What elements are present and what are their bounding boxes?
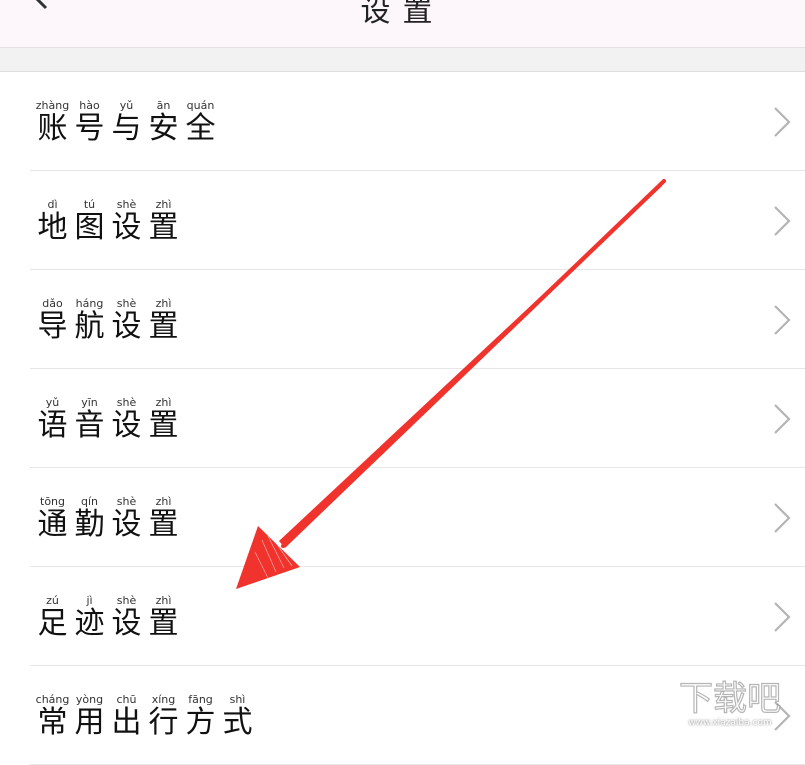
hanzi: 通 — [37, 507, 68, 542]
hanzi: 置 — [148, 606, 179, 641]
hanzi: 常 — [37, 705, 68, 740]
settings-row-label: yǔ 语 yīn 音 shè 设 zhì 置 — [34, 397, 182, 443]
chevron-right-icon — [774, 404, 791, 434]
hanzi: 置 — [148, 210, 179, 245]
hanzi: 地 — [37, 210, 68, 245]
page-title: 设置 — [360, 0, 445, 29]
ruby-char: quán 全 — [182, 100, 219, 146]
chevron-right-icon — [774, 602, 791, 632]
ruby-char: yòng 用 — [71, 694, 108, 740]
ruby-char: shè 设 — [108, 496, 145, 542]
ruby-char: qín 勤 — [71, 496, 108, 542]
ruby-char: xíng 行 — [145, 694, 182, 740]
ruby-char: zhì 置 — [145, 199, 182, 245]
hanzi: 语 — [37, 408, 68, 443]
ruby-char: fāng 方 — [182, 694, 219, 740]
hanzi: 图 — [74, 210, 105, 245]
hanzi: 设 — [111, 606, 142, 641]
hanzi: 置 — [148, 309, 179, 344]
title-bar: 设置 — [0, 0, 805, 48]
settings-row[interactable]: tōng 通 qín 勤 shè 设 zhì 置 — [30, 468, 805, 567]
hanzi: 式 — [222, 705, 253, 740]
ruby-char: shì 式 — [219, 694, 256, 740]
chevron-right-icon — [774, 305, 791, 335]
hanzi: 出 — [111, 705, 142, 740]
ruby-char: shè 设 — [108, 298, 145, 344]
settings-row-label: zhàng 账 hào 号 yǔ 与 ān 安 quán 全 — [34, 100, 219, 146]
settings-row[interactable]: cháng 常 yòng 用 chū 出 xíng 行 fāng 方 shì 式 — [30, 666, 805, 765]
hanzi: 航 — [74, 309, 105, 344]
hanzi: 用 — [74, 705, 105, 740]
hanzi: 全 — [185, 111, 216, 146]
ruby-char: zhàng 账 — [34, 100, 71, 146]
section-gap — [0, 48, 805, 72]
ruby-char: shè 设 — [108, 397, 145, 443]
hanzi: 置 — [148, 408, 179, 443]
ruby-char: ān 安 — [145, 100, 182, 146]
hanzi: 迹 — [74, 606, 105, 641]
ruby-char: háng 航 — [71, 298, 108, 344]
settings-row[interactable]: yǔ 语 yīn 音 shè 设 zhì 置 — [30, 369, 805, 468]
chevron-right-icon — [774, 503, 791, 533]
hanzi: 设 — [111, 408, 142, 443]
hanzi: 设 — [111, 507, 142, 542]
hanzi: 号 — [74, 111, 105, 146]
ruby-char: yīn 音 — [71, 397, 108, 443]
ruby-char: shè 设 — [108, 595, 145, 641]
settings-list: zhàng 账 hào 号 yǔ 与 ān 安 quán 全 dì 地 tú 图 shè 设 zhì 置 dǎo 导 h… — [0, 72, 805, 765]
settings-row-label: cháng 常 yòng 用 chū 出 xíng 行 fāng 方 shì 式 — [34, 694, 256, 740]
hanzi: 置 — [148, 507, 179, 542]
hanzi: 音 — [74, 408, 105, 443]
ruby-char: tōng 通 — [34, 496, 71, 542]
ruby-char: chū 出 — [108, 694, 145, 740]
hanzi: 行 — [148, 705, 179, 740]
ruby-char: jì 迹 — [71, 595, 108, 641]
settings-row[interactable]: zhàng 账 hào 号 yǔ 与 ān 安 quán 全 — [30, 72, 805, 171]
chevron-right-icon — [774, 701, 791, 731]
settings-row[interactable]: dì 地 tú 图 shè 设 zhì 置 — [30, 171, 805, 270]
hanzi: 安 — [148, 111, 179, 146]
ruby-char: zhì 置 — [145, 595, 182, 641]
ruby-char: zú 足 — [34, 595, 71, 641]
ruby-char: zhì 置 — [145, 397, 182, 443]
hanzi: 与 — [111, 111, 142, 146]
ruby-char: zhì 置 — [145, 496, 182, 542]
ruby-char: yǔ 与 — [108, 100, 145, 146]
chevron-right-icon — [774, 107, 791, 137]
settings-row-label: dǎo 导 háng 航 shè 设 zhì 置 — [34, 298, 182, 344]
ruby-char: zhì 置 — [145, 298, 182, 344]
hanzi: 方 — [185, 705, 216, 740]
settings-row-label: zú 足 jì 迹 shè 设 zhì 置 — [34, 595, 182, 641]
ruby-char: dǎo 导 — [34, 298, 71, 344]
hanzi: 勤 — [74, 507, 105, 542]
ruby-char: hào 号 — [71, 100, 108, 146]
settings-row-label: dì 地 tú 图 shè 设 zhì 置 — [34, 199, 182, 245]
settings-row[interactable]: dǎo 导 háng 航 shè 设 zhì 置 — [30, 270, 805, 369]
ruby-char: dì 地 — [34, 199, 71, 245]
ruby-char: cháng 常 — [34, 694, 71, 740]
hanzi: 导 — [37, 309, 68, 344]
settings-row-label: tōng 通 qín 勤 shè 设 zhì 置 — [34, 496, 182, 542]
hanzi: 账 — [37, 111, 68, 146]
settings-row[interactable]: zú 足 jì 迹 shè 设 zhì 置 — [30, 567, 805, 666]
ruby-char: yǔ 语 — [34, 397, 71, 443]
hanzi: 设 — [111, 210, 142, 245]
hanzi: 足 — [37, 606, 68, 641]
hanzi: 设 — [111, 309, 142, 344]
ruby-char: shè 设 — [108, 199, 145, 245]
chevron-right-icon — [774, 206, 791, 236]
ruby-char: tú 图 — [71, 199, 108, 245]
